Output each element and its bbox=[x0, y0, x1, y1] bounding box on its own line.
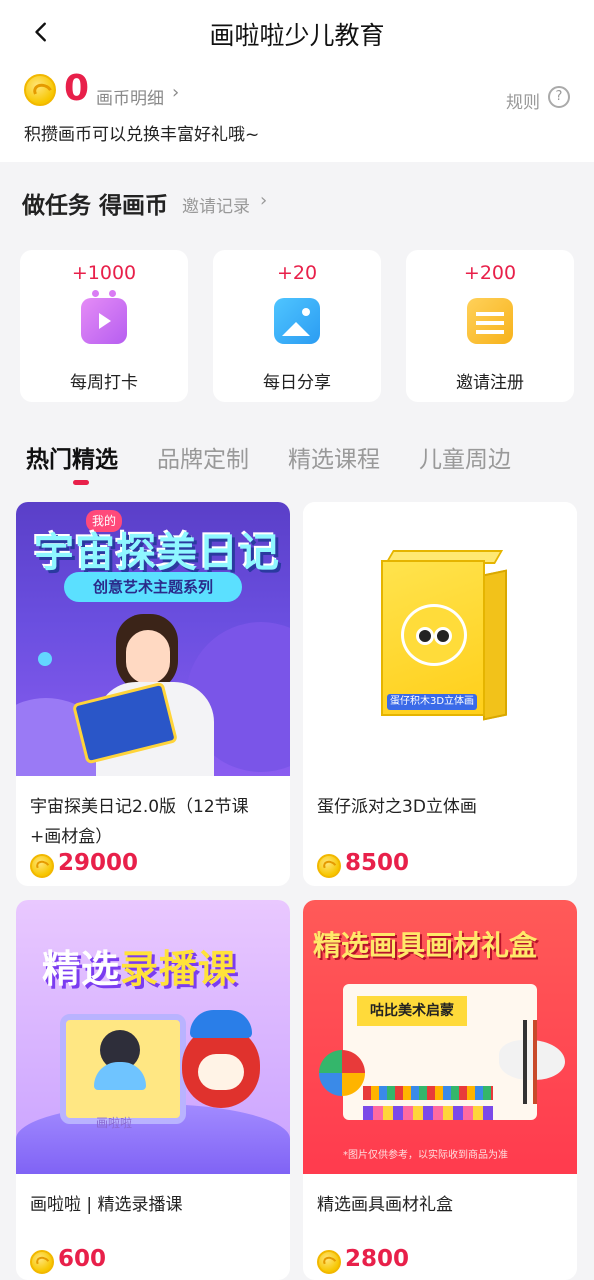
coin-icon bbox=[317, 1250, 341, 1274]
image-title: 精选录播课 bbox=[42, 938, 237, 993]
invite-record-link[interactable]: 邀请记录 bbox=[182, 192, 250, 217]
top-bar: 画啦啦少儿教育 bbox=[0, 0, 594, 66]
image-subtitle: 创意艺术主题系列 bbox=[64, 572, 242, 602]
task-section-title: 做任务 得画币 bbox=[22, 193, 169, 219]
coin-balance: 0 bbox=[64, 68, 90, 109]
paint-palette bbox=[319, 1050, 365, 1096]
box-label: 蛋仔积木3D立体画 bbox=[387, 694, 477, 710]
product-name: 蛋仔派对之3D立体画 bbox=[317, 797, 477, 817]
planet-shape bbox=[38, 652, 52, 666]
marker-set bbox=[363, 1106, 493, 1120]
tab-selected-courses[interactable]: 精选课程 bbox=[288, 440, 380, 474]
tab-brand-custom[interactable]: 品牌定制 bbox=[157, 440, 249, 474]
task-card-weekly-checkin[interactable]: +1000 每周打卡 bbox=[20, 250, 188, 402]
task-points: +200 bbox=[463, 262, 517, 284]
tv-icon bbox=[81, 290, 127, 344]
product-name: 宇宙探美日记2.0版（12节课+画材盒） bbox=[30, 797, 249, 847]
image-title-part1: 精选 bbox=[42, 947, 121, 991]
task-label: 邀请注册 bbox=[456, 373, 524, 393]
palette-tray bbox=[499, 1040, 565, 1080]
image-title: 精选画具画材礼盒 bbox=[313, 929, 538, 962]
chevron-right-icon[interactable]: › bbox=[260, 190, 267, 211]
rules-link[interactable]: 规则 bbox=[506, 88, 540, 113]
coin-tip-text: 积攒画币可以兑换丰富好礼哦~ bbox=[24, 125, 260, 145]
crayon-set bbox=[363, 1086, 493, 1100]
chick-character bbox=[401, 604, 467, 666]
product-image: 蛋仔积木3D立体画 bbox=[303, 502, 577, 776]
mascot-hat bbox=[190, 1010, 252, 1038]
product-price: 29000 bbox=[58, 850, 139, 876]
tab-kids-merch[interactable]: 儿童周边 bbox=[419, 440, 511, 474]
task-label: 每日分享 bbox=[263, 373, 331, 393]
product-price: 600 bbox=[58, 1246, 107, 1272]
coin-detail-link[interactable]: 画币明细 bbox=[96, 84, 164, 109]
brush bbox=[523, 1020, 527, 1104]
note-icon bbox=[467, 298, 513, 344]
mascot-character bbox=[182, 1026, 260, 1108]
task-card-invite-register[interactable]: +200 邀请注册 bbox=[406, 250, 574, 402]
kit-title: 咕比美术启蒙 bbox=[357, 996, 467, 1026]
product-name: 精选画具画材礼盒 bbox=[317, 1195, 453, 1215]
coin-icon bbox=[30, 1250, 54, 1274]
image-icon bbox=[274, 298, 320, 344]
product-image: 我的 宇宙探美日记 创意艺术主题系列 bbox=[16, 502, 290, 776]
screen-label: 画啦啦 bbox=[96, 1116, 133, 1130]
image-title-part2: 录播课 bbox=[120, 947, 238, 991]
page-title: 画啦啦少儿教育 bbox=[209, 21, 385, 50]
coin-icon bbox=[30, 854, 54, 878]
task-card-daily-share[interactable]: +20 每日分享 bbox=[213, 250, 381, 402]
product-image: 精选画具画材礼盒 咕比美术启蒙 *图片仅供参考，以实际收到商品为准 bbox=[303, 900, 577, 1174]
question-icon[interactable]: ? bbox=[548, 86, 570, 108]
disclaimer-note: *图片仅供参考，以实际收到商品为准 bbox=[343, 1150, 508, 1161]
brush bbox=[533, 1020, 537, 1104]
task-points: +1000 bbox=[71, 262, 137, 284]
girl-face bbox=[126, 630, 170, 684]
product-price: 2800 bbox=[345, 1246, 410, 1272]
active-tab-indicator bbox=[73, 480, 89, 485]
product-card[interactable]: 精选录播课 画啦啦 画啦啦 | 精选录播课 600 bbox=[16, 900, 290, 1280]
product-card[interactable]: 精选画具画材礼盒 咕比美术启蒙 *图片仅供参考，以实际收到商品为准 精选画具画材… bbox=[303, 900, 577, 1280]
box-side bbox=[483, 569, 507, 721]
chevron-right-icon[interactable]: › bbox=[172, 82, 179, 103]
image-title: 宇宙探美日记 bbox=[34, 530, 280, 576]
product-image: 精选录播课 画啦啦 bbox=[16, 900, 290, 1174]
product-name: 画啦啦 | 精选录播课 bbox=[30, 1195, 183, 1215]
coin-icon bbox=[317, 854, 341, 878]
product-price: 8500 bbox=[345, 850, 410, 876]
task-label: 每周打卡 bbox=[70, 373, 138, 393]
coin-icon bbox=[24, 74, 56, 106]
product-card[interactable]: 蛋仔积木3D立体画 蛋仔派对之3D立体画 8500 bbox=[303, 502, 577, 886]
task-points: +20 bbox=[276, 262, 318, 284]
product-card[interactable]: 我的 宇宙探美日记 创意艺术主题系列 宇宙探美日记2.0版（12节课+画材盒） … bbox=[16, 502, 290, 886]
tab-hot-picks[interactable]: 热门精选 bbox=[26, 440, 118, 474]
coin-balance-panel: 0 画币明细 › 规则 ? 积攒画币可以兑换丰富好礼哦~ bbox=[0, 66, 594, 162]
